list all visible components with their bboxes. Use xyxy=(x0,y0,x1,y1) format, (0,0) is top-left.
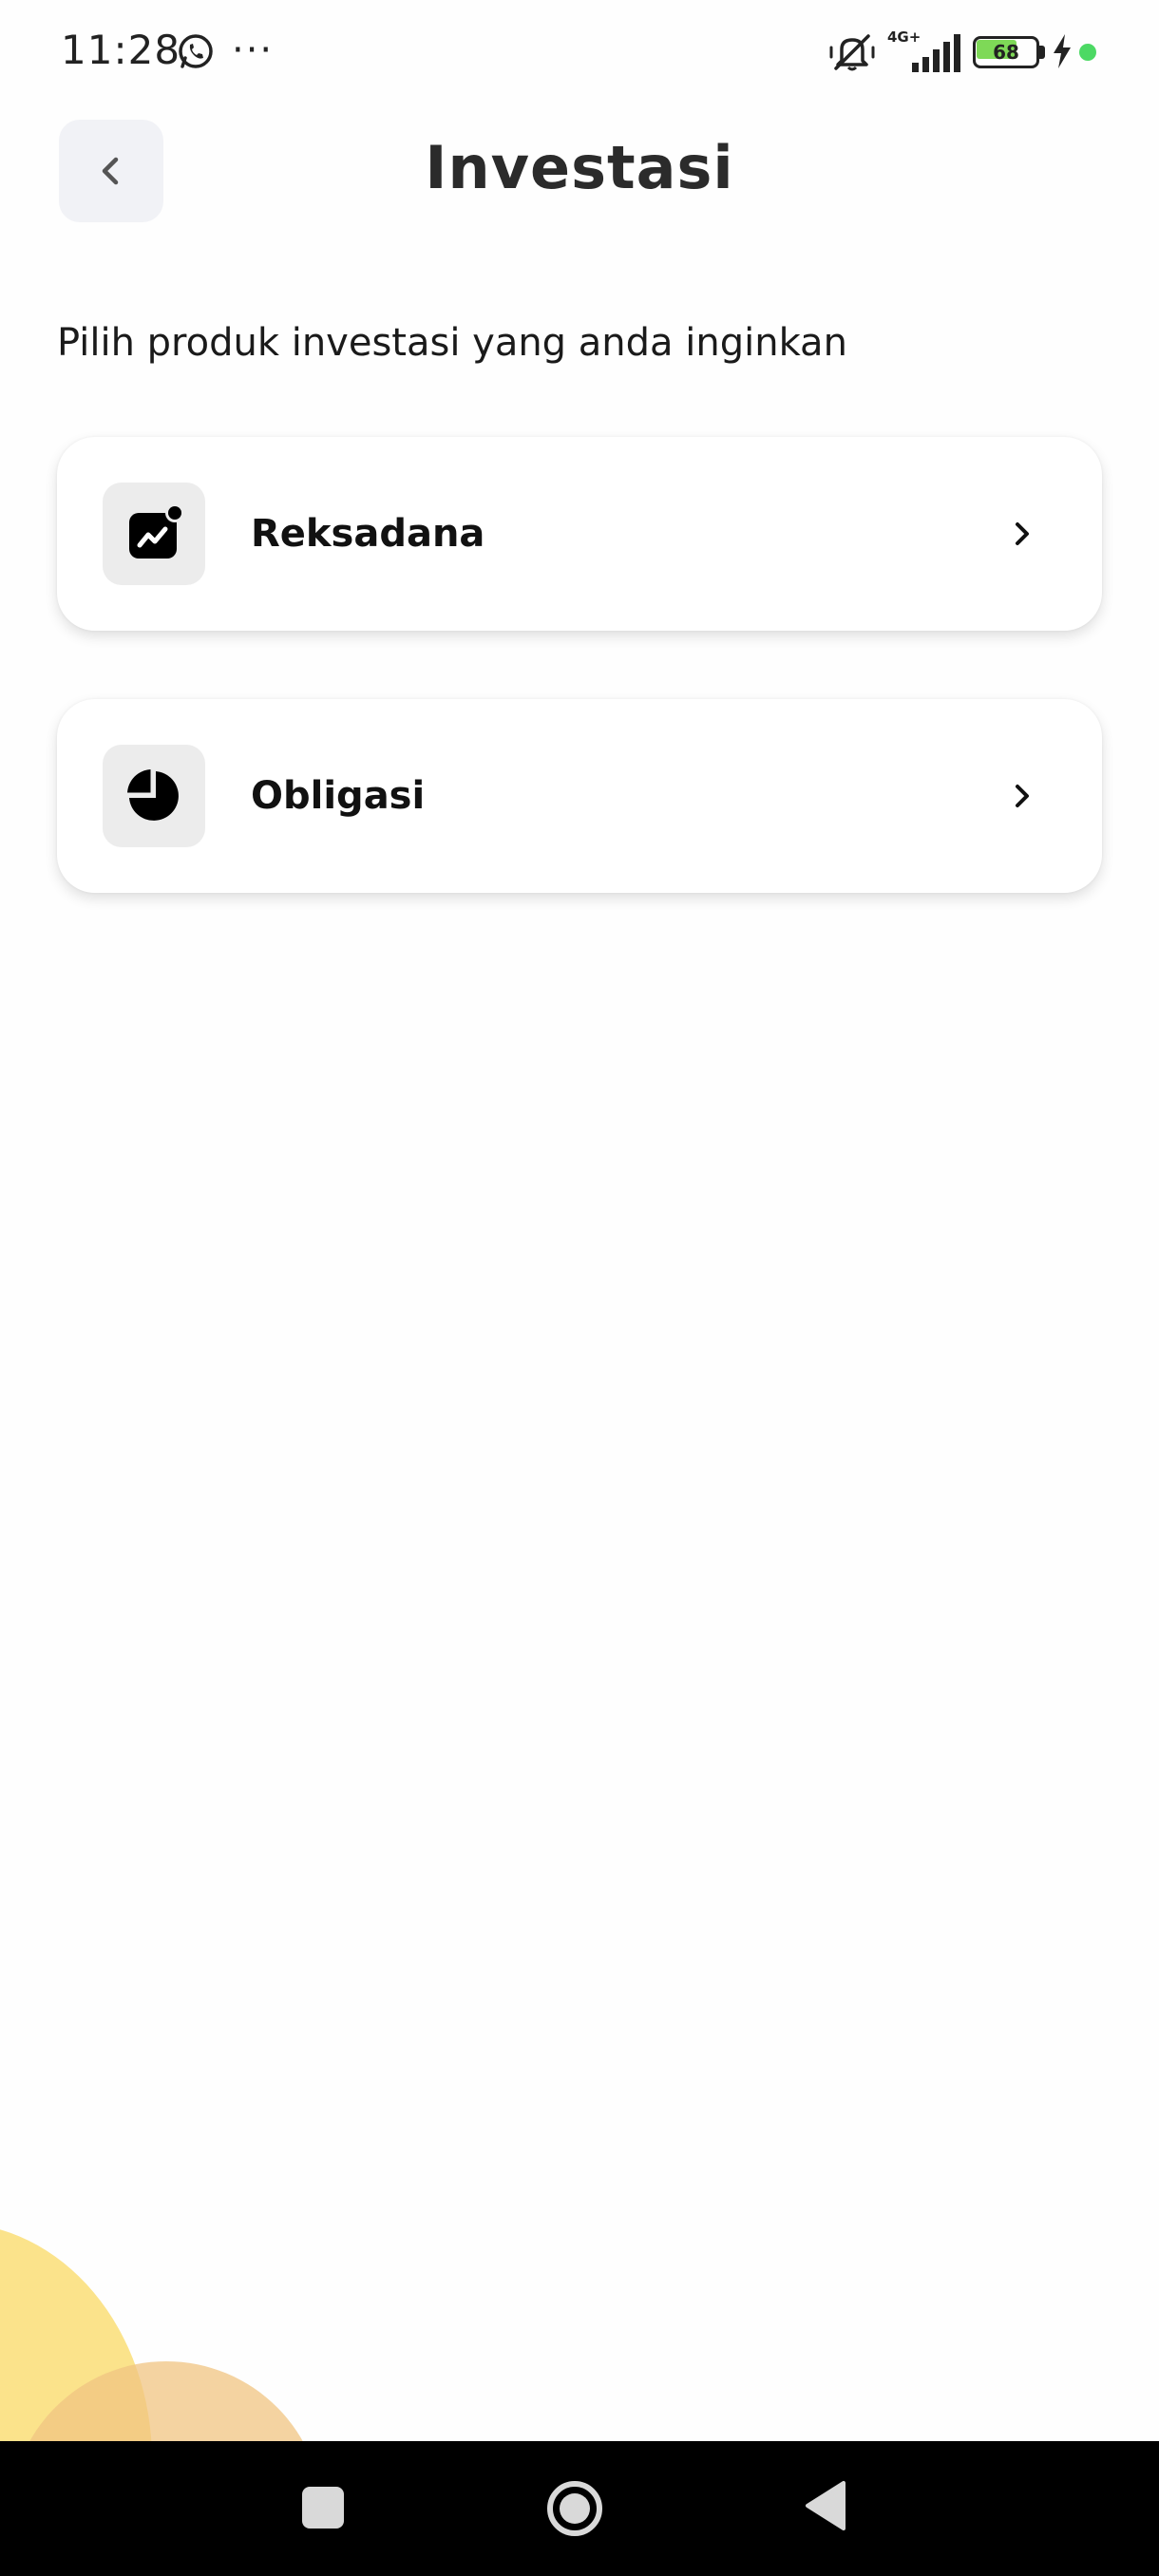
chevron-right-icon xyxy=(1016,522,1029,545)
product-card-obligasi[interactable]: Obligasi xyxy=(57,699,1102,893)
product-label: Obligasi xyxy=(251,774,426,818)
chart-trend-icon xyxy=(129,503,184,559)
charging-icon xyxy=(1054,34,1071,68)
home-circle-icon[interactable] xyxy=(545,2479,604,2538)
page-subtitle: Pilih produk investasi yang anda inginka… xyxy=(57,321,847,365)
chevron-right-icon xyxy=(1016,785,1029,807)
product-icon-box xyxy=(103,745,205,847)
back-triangle-icon[interactable] xyxy=(804,2479,847,2532)
recents-square-icon[interactable] xyxy=(302,2487,344,2529)
whatsapp-icon xyxy=(179,34,213,68)
dot-icon xyxy=(1079,44,1096,61)
battery-icon: 68 xyxy=(973,36,1045,68)
signal-icon: 4G+ xyxy=(887,28,963,74)
signal-bars-icon xyxy=(912,34,960,72)
pie-chart-icon xyxy=(127,769,179,821)
product-icon-box xyxy=(103,483,205,585)
battery-level: 68 xyxy=(993,41,1019,64)
status-time: 11:28 xyxy=(61,27,181,73)
more-icon: ··· xyxy=(232,28,275,72)
status-bar: 11:28 ··· 4G+ 68 xyxy=(0,0,1159,104)
mute-icon xyxy=(829,34,875,71)
investasi-screen: 11:28 ··· 4G+ 68 Investasi Pilih produk … xyxy=(0,0,1159,2576)
product-label: Reksadana xyxy=(251,512,485,556)
page-title: Investasi xyxy=(425,133,734,202)
navigation-bar xyxy=(0,2441,1159,2576)
product-card-reksadana[interactable]: Reksadana xyxy=(57,437,1102,631)
